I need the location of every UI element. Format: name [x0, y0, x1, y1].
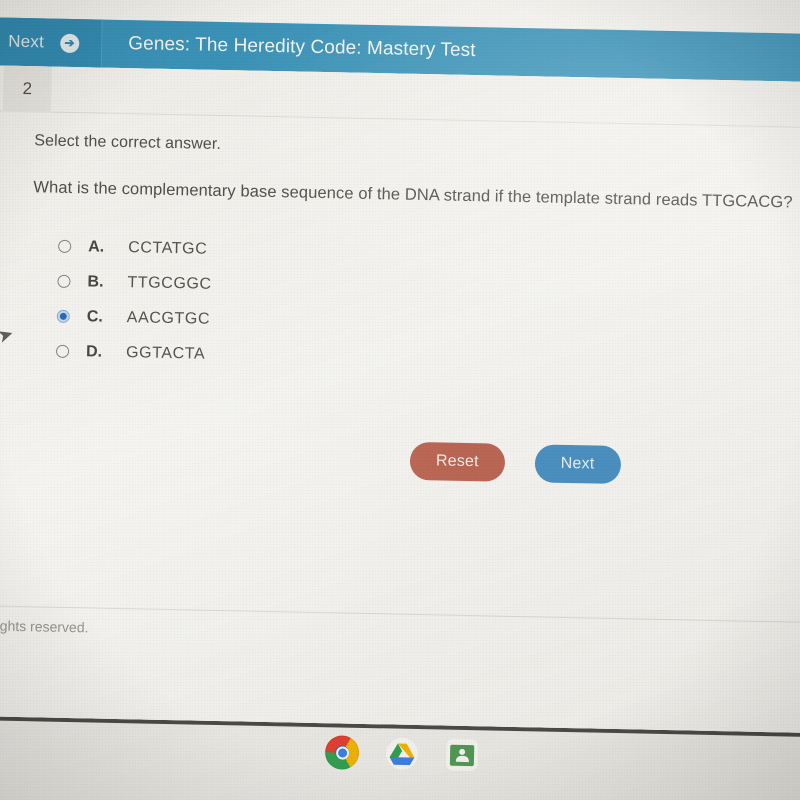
browser-viewport: Next ➔ Genes: The Heredity Code: Mastery… — [0, 0, 800, 800]
choice-text-d: GGTACTA — [125, 343, 206, 363]
taskbar-shelf — [0, 718, 800, 800]
google-drive-icon[interactable] — [384, 736, 420, 772]
laptop-screen: Next ➔ Genes: The Heredity Code: Mastery… — [0, 0, 800, 800]
next-button[interactable]: Next — [534, 444, 621, 485]
radio-button-a[interactable] — [58, 239, 72, 253]
header-next-label: Next — [8, 31, 45, 52]
answer-choice-list: A. CCTATGC B. TTGCGGC C. AACGTGC D. GGTA… — [55, 229, 213, 372]
answer-choice-d[interactable]: D. GGTACTA — [55, 334, 211, 372]
footer-copyright: All rights reserved. — [0, 617, 89, 636]
classroom-board-glyph — [449, 744, 475, 766]
reset-button[interactable]: Reset — [409, 441, 506, 482]
radio-button-b[interactable] — [57, 274, 71, 288]
answer-choice-c[interactable]: C. AACGTGC — [56, 299, 211, 337]
google-classroom-icon[interactable] — [444, 737, 480, 773]
choice-text-a: CCTATGC — [128, 238, 208, 258]
action-button-row: Reset Next — [409, 441, 621, 485]
header-next-button[interactable]: Next ➔ — [0, 16, 103, 68]
footer-divider — [0, 603, 800, 625]
choice-letter-a: A. — [88, 237, 105, 256]
instruction-text: Select the correct answer. — [34, 132, 222, 153]
photo-of-laptop-screen: D⌀LL Next ➔ Genes: The Heredity Code: Ma… — [0, 0, 800, 800]
answer-choice-b[interactable]: B. TTGCGGC — [57, 264, 212, 302]
arrow-right-circle-icon: ➔ — [59, 33, 80, 53]
chrome-icon[interactable] — [324, 735, 360, 770]
choice-letter-b: B. — [87, 272, 104, 291]
choice-text-c: AACGTGC — [126, 308, 211, 328]
choice-letter-c: C. — [86, 307, 103, 326]
question-number-badge[interactable]: 2 — [2, 65, 52, 113]
radio-button-d[interactable] — [55, 344, 70, 358]
question-text: What is the complementary base sequence … — [33, 178, 793, 212]
radio-button-c[interactable] — [56, 309, 70, 323]
assessment-title: Genes: The Heredity Code: Mastery Test — [128, 33, 476, 62]
choice-text-b: TTGCGGC — [127, 273, 212, 293]
screen-rotation-wrapper: Next ➔ Genes: The Heredity Code: Mastery… — [0, 0, 800, 800]
choice-letter-d: D. — [85, 342, 103, 361]
assessment-page: 2 Select the correct answer. What is the… — [0, 64, 800, 800]
answer-choice-a[interactable]: A. CCTATGC — [58, 229, 213, 267]
